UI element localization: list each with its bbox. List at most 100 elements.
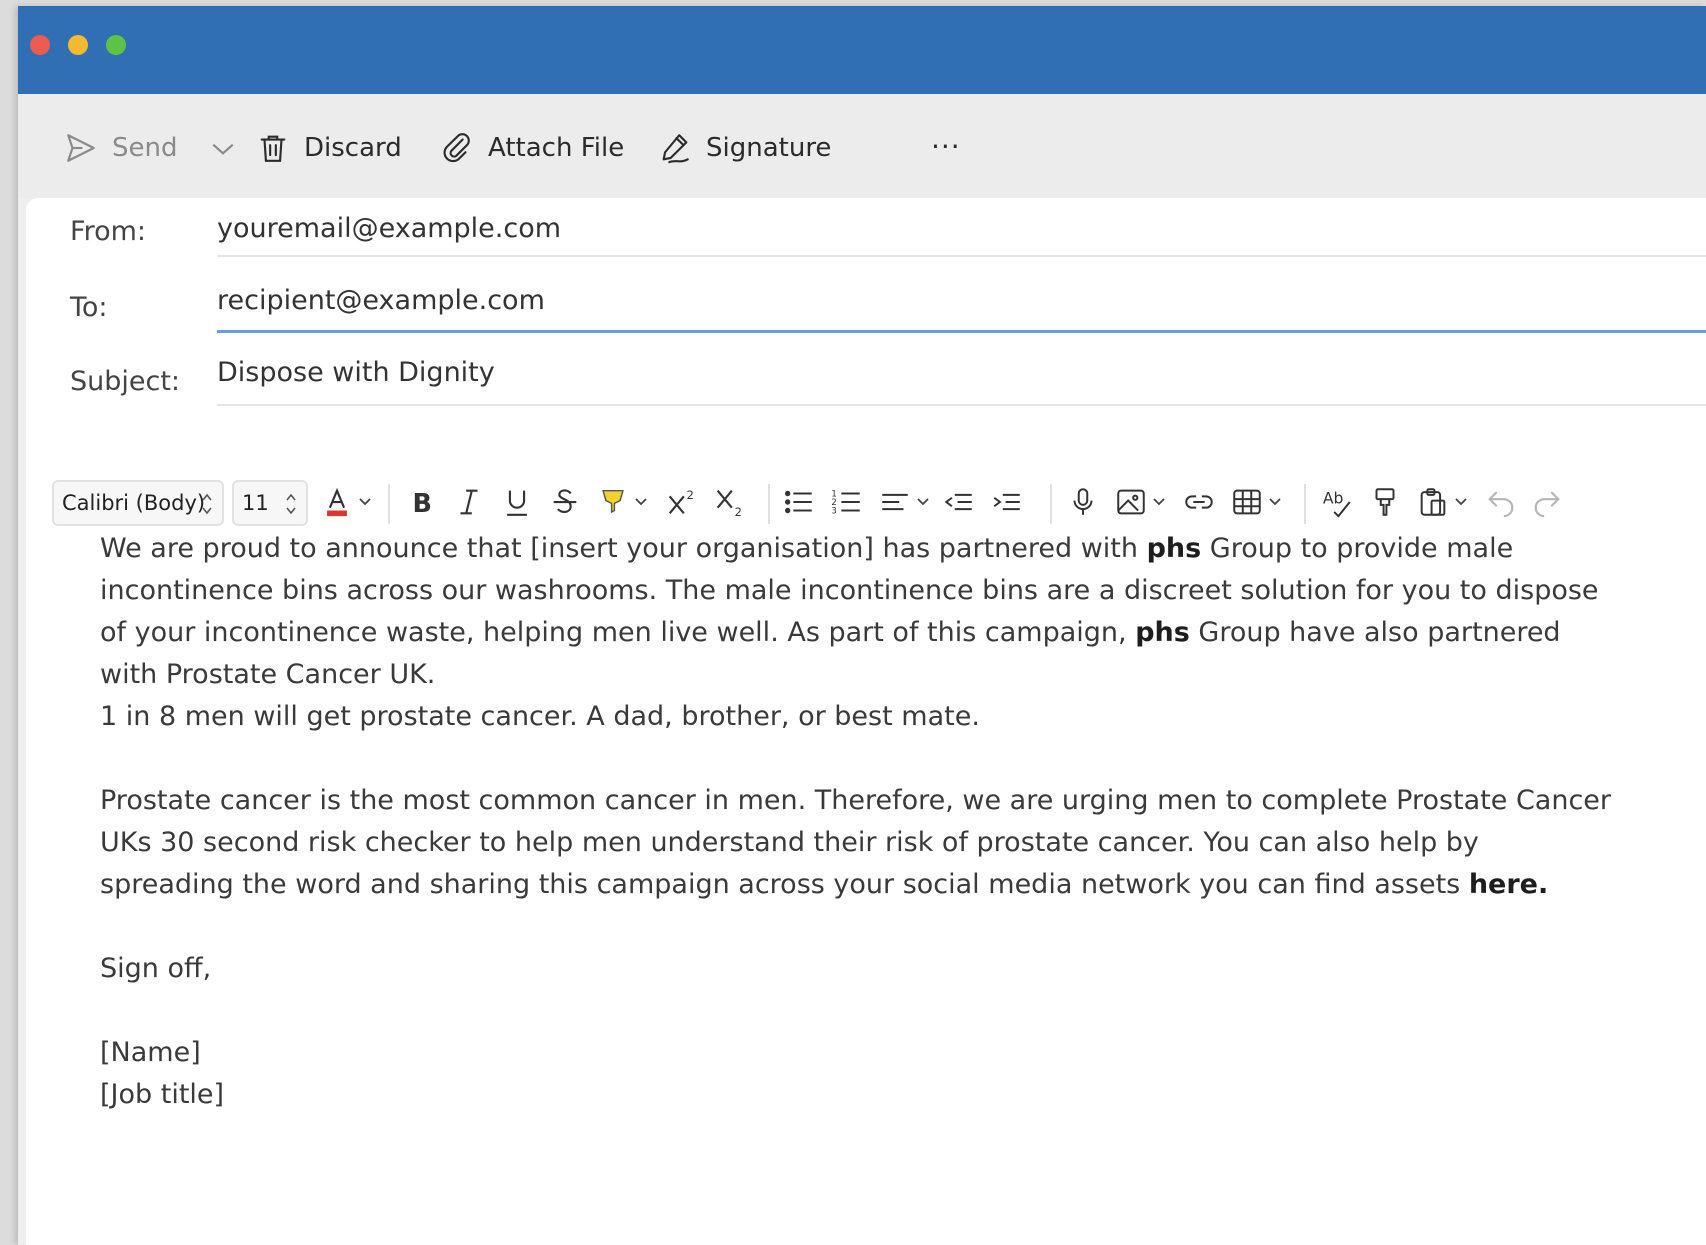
from-divider: [217, 255, 1706, 257]
attach-file-button[interactable]: Attach File: [440, 128, 624, 168]
font-color-icon: [327, 487, 347, 517]
underline-button[interactable]: [500, 485, 534, 519]
svg-text:2: 2: [687, 488, 694, 502]
formatting-toolbar: Calibri (Body) 11 B 2 2 1 2 3 Ab: [26, 470, 1706, 536]
insert-table-button[interactable]: [1230, 485, 1264, 519]
subject-divider: [217, 404, 1706, 406]
separator: [768, 484, 770, 524]
from-field[interactable]: youremail@example.com: [217, 213, 561, 244]
strikethrough-icon: [553, 489, 577, 513]
undo-icon: [1488, 491, 1514, 518]
send-button[interactable]: Send: [64, 128, 177, 168]
body-paragraph: Prostate cancer is the most common cance…: [100, 785, 1612, 900]
microphone-icon: [1073, 488, 1093, 515]
to-field-underline: [217, 330, 1706, 333]
font-name-value: Calibri (Body): [62, 491, 206, 515]
bullet-list-button[interactable]: [782, 485, 816, 519]
bold-icon: B: [413, 489, 432, 519]
attach-file-label: Attach File: [488, 133, 625, 163]
undo-button[interactable]: [1484, 485, 1518, 519]
superscript-button[interactable]: 2: [664, 485, 698, 519]
clipboard-icon: [1420, 488, 1446, 516]
align-button[interactable]: [878, 485, 912, 519]
decrease-indent-button[interactable]: [942, 485, 976, 519]
subject-label: Subject:: [70, 366, 181, 397]
job-title-placeholder: [Job title]: [100, 1079, 225, 1110]
strikethrough-button[interactable]: [548, 485, 582, 519]
font-color-button[interactable]: [320, 485, 354, 519]
separator: [1304, 484, 1306, 524]
insert-picture-chevron-icon[interactable]: [1152, 497, 1166, 507]
trash-icon: [260, 135, 286, 162]
sign-off: Sign off,: [100, 953, 212, 984]
insert-link-button[interactable]: [1182, 485, 1216, 519]
subject-field[interactable]: Dispose with Dignity: [217, 357, 495, 388]
message-area: From: youremail@example.com To: recipien…: [26, 198, 1706, 1245]
subscript-button[interactable]: 2: [712, 485, 746, 519]
signature-button[interactable]: Signature: [658, 128, 831, 168]
title-bar: [18, 6, 1706, 94]
send-options-chevron-icon[interactable]: [210, 139, 236, 159]
italic-icon: [460, 489, 478, 515]
spelling-check-icon: Ab: [1323, 489, 1351, 518]
insert-picture-button[interactable]: [1114, 485, 1148, 519]
spelling-button[interactable]: Ab: [1320, 485, 1354, 519]
italic-button[interactable]: [452, 485, 486, 519]
svg-text:3: 3: [831, 506, 836, 516]
message-body[interactable]: We are proud to announce that [insert yo…: [100, 528, 1620, 1116]
superscript-icon: 2: [668, 488, 694, 515]
bold-button[interactable]: B: [404, 485, 438, 519]
highlight-chevron-icon[interactable]: [634, 497, 648, 507]
paintbrush-icon: [1375, 488, 1395, 516]
assets-link[interactable]: here.: [1469, 869, 1548, 900]
font-size-select[interactable]: 11: [232, 480, 308, 526]
paste-button[interactable]: [1416, 485, 1450, 519]
discard-label: Discard: [304, 133, 402, 163]
discard-button[interactable]: Discard: [256, 128, 402, 168]
separator: [1050, 484, 1052, 524]
compose-window: Send Discard Attach File Signature ··· F…: [18, 6, 1706, 1245]
redo-button[interactable]: [1530, 485, 1564, 519]
font-size-stepper-icon: [286, 493, 296, 515]
decrease-indent-icon: [944, 493, 972, 511]
link-icon: [1185, 495, 1213, 509]
send-label: Send: [112, 133, 178, 163]
name-placeholder: [Name]: [100, 1037, 201, 1068]
numbered-list-button[interactable]: 123: [830, 485, 864, 519]
to-field[interactable]: recipient@example.com: [217, 285, 545, 316]
minimize-window-button[interactable]: [68, 35, 88, 55]
send-icon: [67, 134, 95, 162]
highlighter-icon: [602, 489, 624, 514]
separator: [388, 484, 390, 524]
image-icon: [1117, 489, 1145, 515]
svg-text:Ab: Ab: [1323, 489, 1344, 507]
redo-icon: [1534, 491, 1560, 518]
paste-chevron-icon[interactable]: [1454, 497, 1468, 507]
font-color-chevron-icon[interactable]: [358, 497, 372, 507]
align-chevron-icon[interactable]: [916, 497, 930, 507]
paperclip-icon: [443, 133, 470, 163]
highlight-button[interactable]: [596, 485, 630, 519]
more-options-button[interactable]: ···: [931, 130, 961, 163]
font-name-stepper-icon: [202, 493, 212, 515]
increase-indent-icon: [993, 493, 1020, 511]
subscript-icon: 2: [716, 489, 742, 519]
compose-toolbar: Send Discard Attach File Signature ···: [18, 94, 1706, 198]
bullet-list-icon: [784, 490, 812, 514]
insert-table-chevron-icon[interactable]: [1268, 497, 1282, 507]
font-name-select[interactable]: Calibri (Body): [52, 480, 224, 526]
close-window-button[interactable]: [30, 35, 50, 55]
numbered-list-icon: 123: [831, 489, 860, 516]
dictate-button[interactable]: [1066, 485, 1100, 519]
increase-indent-button[interactable]: [990, 485, 1024, 519]
zoom-window-button[interactable]: [106, 35, 126, 55]
table-icon: [1233, 489, 1261, 515]
signature-pen-icon: [662, 134, 689, 164]
align-left-icon: [882, 493, 908, 511]
body-paragraph: We are proud to announce that [insert yo…: [100, 533, 1599, 690]
from-label: From:: [70, 216, 146, 247]
svg-text:2: 2: [735, 505, 742, 519]
signature-label: Signature: [706, 133, 832, 163]
font-size-value: 11: [242, 491, 269, 515]
format-painter-button[interactable]: [1368, 485, 1402, 519]
